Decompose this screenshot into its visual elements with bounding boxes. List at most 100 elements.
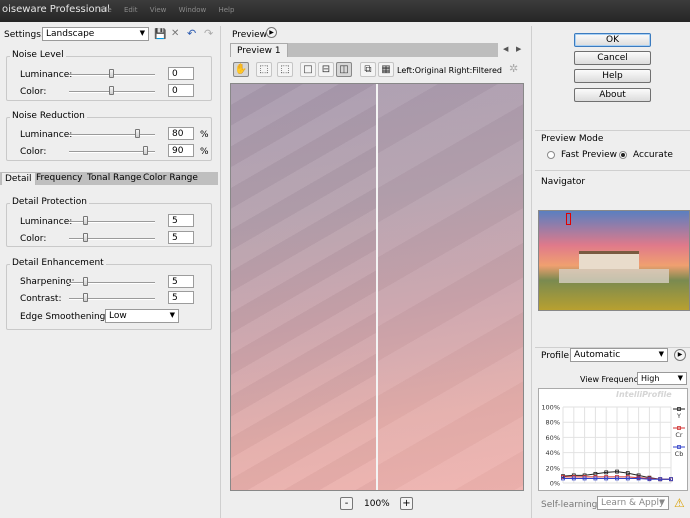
split-horizontal-icon[interactable]: ⊟ <box>318 62 334 77</box>
section-divider <box>535 130 690 131</box>
detail-protection-luminance-input[interactable]: 5 <box>168 214 194 227</box>
cancel-button[interactable]: Cancel <box>574 51 651 65</box>
preview-tab-strip: Preview 1 <box>230 43 498 57</box>
detail-protection-luminance-label: Luminance: <box>20 217 73 227</box>
chevron-right-icon[interactable]: ▶ <box>516 45 521 53</box>
contrast-slider[interactable] <box>69 298 155 300</box>
noise-reduction-color-input[interactable]: 90 <box>168 144 194 157</box>
menu-view[interactable]: View <box>150 6 167 14</box>
copy-view-icon[interactable]: ⧉ <box>360 62 376 77</box>
profile-select[interactable]: Automatic ▼ <box>570 348 668 362</box>
intelliprofile-chart: IntelliProfile 100% 80% 60% 40% 20% 0% Y Cr Cb <box>538 388 688 491</box>
contrast-input[interactable]: 5 <box>168 291 194 304</box>
sharpening-input[interactable]: 5 <box>168 275 194 288</box>
profile-value: Automatic <box>574 350 621 360</box>
detail-enhancement-title: Detail Enhancement <box>10 258 106 268</box>
self-learning-label: Self-learning: <box>541 500 601 510</box>
hand-tool-icon[interactable]: ✋ <box>233 62 249 77</box>
menu-file[interactable]: File <box>100 6 112 14</box>
self-learning-select[interactable]: Learn & Apply ▼ <box>597 496 669 510</box>
settings-tabs: Detail Frequency Tonal Range Color Range <box>0 172 218 185</box>
preview-filtered-half <box>378 84 523 490</box>
redo-icon[interactable]: ↷ <box>204 27 213 40</box>
delete-icon[interactable]: ✕ <box>171 28 179 39</box>
view-frequency-select[interactable]: High ▼ <box>637 372 687 385</box>
split-mode-label: Left:Original Right:Filtered <box>397 66 502 75</box>
preview-title: Preview <box>232 30 268 40</box>
view-frequency-value: High <box>641 374 660 383</box>
noise-reduction-title: Noise Reduction <box>10 111 87 121</box>
save-icon[interactable]: 💾 <box>154 29 166 40</box>
noise-reduction-color-thumb[interactable] <box>143 146 149 155</box>
chevron-left-icon[interactable]: ◀ <box>503 45 508 53</box>
tab-frequency[interactable]: Frequency <box>33 172 86 185</box>
contrast-thumb[interactable] <box>83 293 89 302</box>
zoom-in-button[interactable]: + <box>400 497 413 510</box>
detail-protection-color-input[interactable]: 5 <box>168 231 194 244</box>
sharpening-thumb[interactable] <box>83 277 89 286</box>
noise-reduction-luminance-thumb[interactable] <box>134 129 140 138</box>
right-panel-divider <box>531 26 532 518</box>
tab-detail[interactable]: Detail <box>1 172 36 185</box>
y-tick-label: 80% <box>546 419 560 427</box>
noise-level-luminance-thumb[interactable] <box>109 69 114 78</box>
help-button[interactable]: Help <box>574 69 651 83</box>
single-view-icon[interactable]: □ <box>300 62 316 77</box>
left-panel-divider <box>220 26 221 518</box>
accurate-radio[interactable] <box>619 151 627 159</box>
thumbnail-building <box>579 251 639 269</box>
zoom-out-button[interactable]: - <box>340 497 353 510</box>
noise-reduction-color-label: Color: <box>20 147 47 157</box>
chevron-down-icon: ▼ <box>659 498 665 506</box>
navigator-viewport-marker[interactable] <box>566 213 571 225</box>
profile-label: Profile: <box>541 351 573 361</box>
noise-reduction-color-unit: % <box>200 147 209 157</box>
preview-tab-1[interactable]: Preview 1 <box>230 43 288 57</box>
noise-reduction-luminance-input[interactable]: 80 <box>168 127 194 140</box>
tab-color-range[interactable]: Color Range <box>140 172 201 185</box>
y-tick-label: 100% <box>541 404 560 412</box>
fast-preview-radio[interactable] <box>547 151 555 159</box>
about-button[interactable]: About <box>574 88 651 102</box>
window-title: oiseware Professional <box>2 4 110 15</box>
menu-bar: File Edit View Window Help <box>100 6 244 14</box>
chevron-down-icon: ▼ <box>139 29 145 37</box>
noise-level-luminance-input[interactable]: 0 <box>168 67 194 80</box>
undo-icon[interactable]: ↶ <box>187 27 196 40</box>
zoom-level: 100% <box>364 499 390 509</box>
y-tick-label: 60% <box>546 434 560 442</box>
add-sample-icon[interactable]: ⬚ <box>277 62 293 77</box>
detail-protection-title: Detail Protection <box>10 197 89 207</box>
split-vertical-icon[interactable]: ◫ <box>336 62 352 77</box>
noise-reduction-color-slider[interactable] <box>69 151 155 153</box>
noise-reduction-luminance-slider[interactable] <box>69 134 155 136</box>
noise-level-color-input[interactable]: 0 <box>168 84 194 97</box>
view-options-icon[interactable]: ▦ <box>378 62 394 77</box>
menu-window[interactable]: Window <box>179 6 207 14</box>
fast-preview-label: Fast Preview <box>561 150 617 160</box>
menu-help[interactable]: Help <box>218 6 234 14</box>
sharpening-slider[interactable] <box>69 282 155 284</box>
detail-protection-color-slider[interactable] <box>69 238 155 240</box>
edge-smoothening-select[interactable]: Low ▼ <box>105 309 179 323</box>
settings-select[interactable]: Landscape ▼ <box>42 27 149 41</box>
preview-original-half <box>231 84 376 490</box>
detail-protection-luminance-thumb[interactable] <box>83 216 89 225</box>
preview-image[interactable] <box>230 83 524 491</box>
navigator-thumbnail[interactable] <box>538 210 690 311</box>
tab-tonal-range[interactable]: Tonal Range <box>84 172 145 185</box>
legend-label-cb: Cb <box>675 450 684 458</box>
edge-smoothening-value: Low <box>109 311 127 321</box>
ok-button[interactable]: OK <box>574 33 651 47</box>
chevron-down-icon: ▼ <box>169 311 175 319</box>
noise-level-color-thumb[interactable] <box>109 86 114 95</box>
play-icon[interactable]: ▶ <box>266 27 277 38</box>
detail-protection-color-thumb[interactable] <box>83 233 89 242</box>
sample-area-icon[interactable]: ⬚ <box>256 62 272 77</box>
play-icon[interactable]: ▶ <box>674 349 686 361</box>
detail-protection-luminance-slider[interactable] <box>69 221 155 223</box>
menu-edit[interactable]: Edit <box>124 6 138 14</box>
contrast-label: Contrast: <box>20 294 62 304</box>
chevron-down-icon: ▼ <box>658 350 664 358</box>
navigator-title: Navigator <box>541 177 586 187</box>
